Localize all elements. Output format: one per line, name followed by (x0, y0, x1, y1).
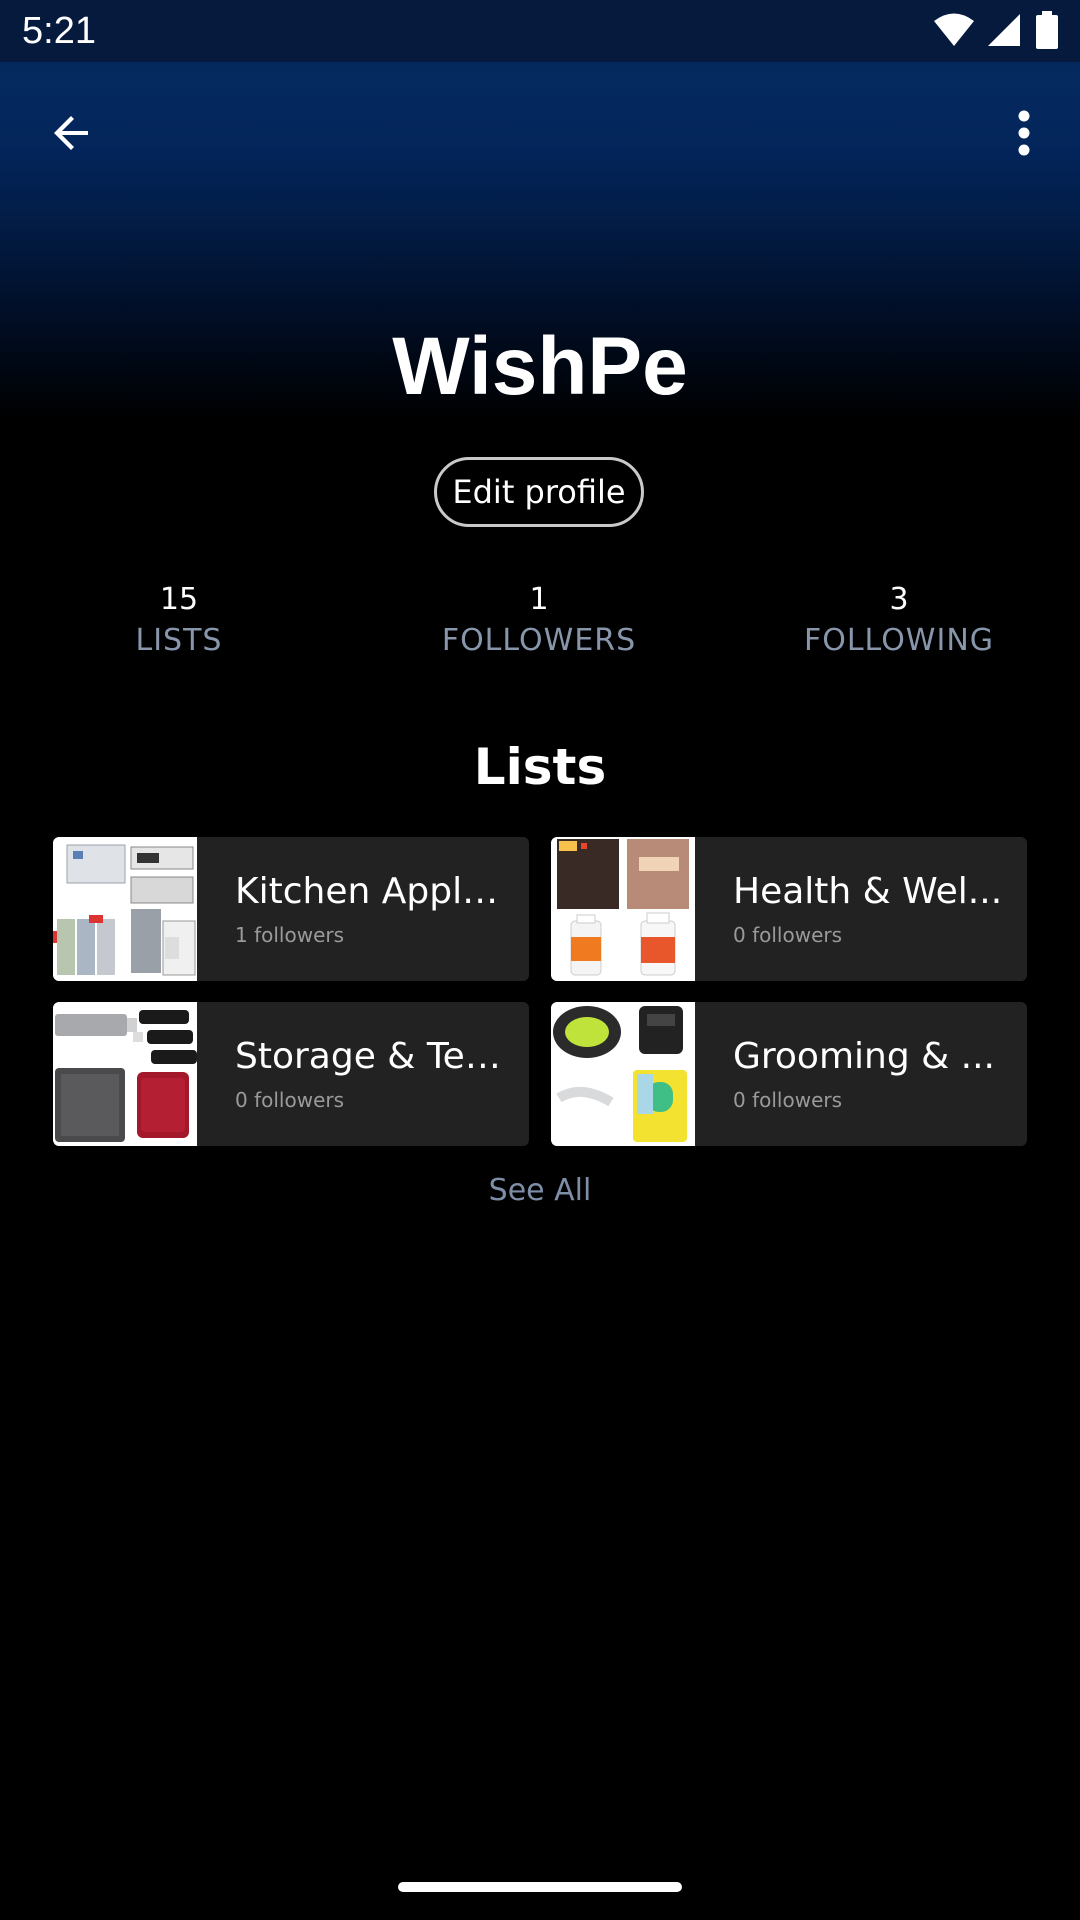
list-title: Grooming & ... (733, 1036, 995, 1077)
status-icons (934, 11, 1058, 53)
signal-icon (988, 12, 1022, 52)
list-followers: 1 followers (235, 923, 345, 947)
stat-followers-count: 1 (529, 582, 549, 617)
list-followers: 0 followers (235, 1088, 345, 1112)
wifi-icon (934, 12, 974, 52)
stat-followers-label: FOLLOWERS (441, 623, 637, 658)
see-all-link[interactable]: See All (0, 1173, 1080, 1208)
list-title: Kitchen Appli... (235, 871, 505, 912)
list-followers: 0 followers (733, 923, 843, 947)
list-card-storage[interactable]: Storage & Tech 0 followers (53, 1002, 529, 1146)
edit-profile-button[interactable]: Edit profile (434, 457, 644, 527)
profile-stats: 15 LISTS 1 FOLLOWERS 3 FOLLOWING (0, 580, 1080, 670)
list-thumbnail (53, 837, 197, 981)
list-title: Health & Wel... (733, 871, 1003, 912)
top-app-bar (0, 62, 1080, 212)
list-thumbnail (53, 1002, 197, 1146)
list-card-health[interactable]: Health & Wel... 0 followers (551, 837, 1027, 981)
list-thumbnail (551, 837, 695, 981)
list-followers: 0 followers (733, 1088, 843, 1112)
stat-lists[interactable]: 15 LISTS (29, 580, 329, 662)
profile-name: WishPe (392, 321, 688, 412)
stat-followers[interactable]: 1 FOLLOWERS (389, 580, 689, 662)
list-card-kitchen[interactable]: Kitchen Appli... 1 followers (53, 837, 529, 981)
more-vertical-icon (1016, 110, 1032, 160)
battery-icon (1036, 11, 1058, 53)
list-thumbnail (551, 1002, 695, 1146)
lists-section-title: Lists (473, 738, 607, 796)
status-time: 5:21 (22, 10, 96, 52)
stat-following[interactable]: 3 FOLLOWING (749, 580, 1049, 662)
list-title: Storage & Tech (235, 1036, 505, 1077)
stat-lists-label: LISTS (135, 623, 223, 658)
stat-following-count: 3 (889, 582, 909, 617)
status-bar: 5:21 (0, 0, 1080, 62)
list-card-grooming[interactable]: Grooming & ... 0 followers (551, 1002, 1027, 1146)
home-indicator[interactable] (398, 1882, 682, 1892)
back-button[interactable] (24, 87, 120, 183)
more-options-button[interactable] (976, 87, 1072, 183)
arrow-back-icon (48, 109, 96, 161)
stat-following-label: FOLLOWING (803, 623, 995, 658)
stat-lists-count: 15 (159, 582, 199, 617)
